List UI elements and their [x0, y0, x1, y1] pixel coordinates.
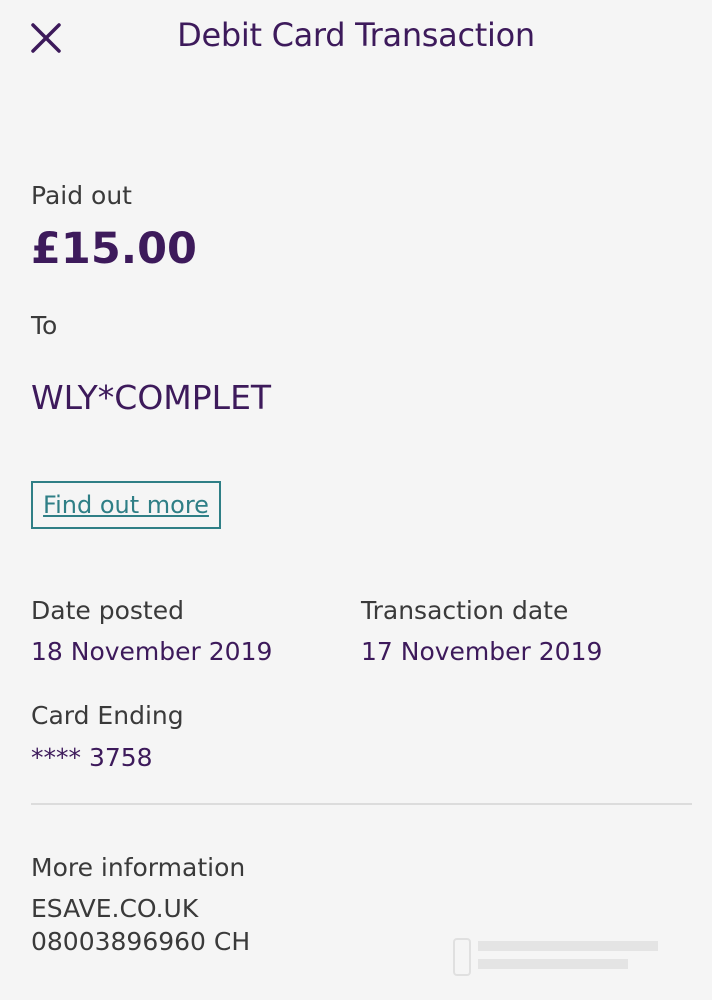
find-out-more-button[interactable]: Find out more	[31, 481, 221, 529]
page-title: Debit Card Transaction	[177, 16, 535, 54]
section-divider	[31, 803, 692, 805]
date-posted-value: 18 November 2019	[31, 637, 273, 666]
more-info-label: More information	[31, 853, 246, 882]
more-info-line-2: 08003896960 CH	[31, 927, 251, 956]
date-posted-label: Date posted	[31, 596, 184, 625]
card-ending-value: **** 3758	[31, 743, 153, 772]
card-ending-label: Card Ending	[31, 701, 184, 730]
transaction-date-value: 17 November 2019	[361, 637, 603, 666]
payee-name: WLY*COMPLET	[31, 378, 272, 417]
find-out-more-label: Find out more	[43, 491, 209, 519]
transaction-amount: £15.00	[31, 224, 197, 274]
more-info-line-1: ESAVE.CO.UK	[31, 894, 199, 923]
to-label: To	[31, 311, 58, 340]
watermark-logo	[453, 938, 658, 976]
paid-out-label: Paid out	[31, 181, 132, 210]
app-header: Debit Card Transaction	[0, 0, 712, 78]
transaction-date-label: Transaction date	[361, 596, 569, 625]
